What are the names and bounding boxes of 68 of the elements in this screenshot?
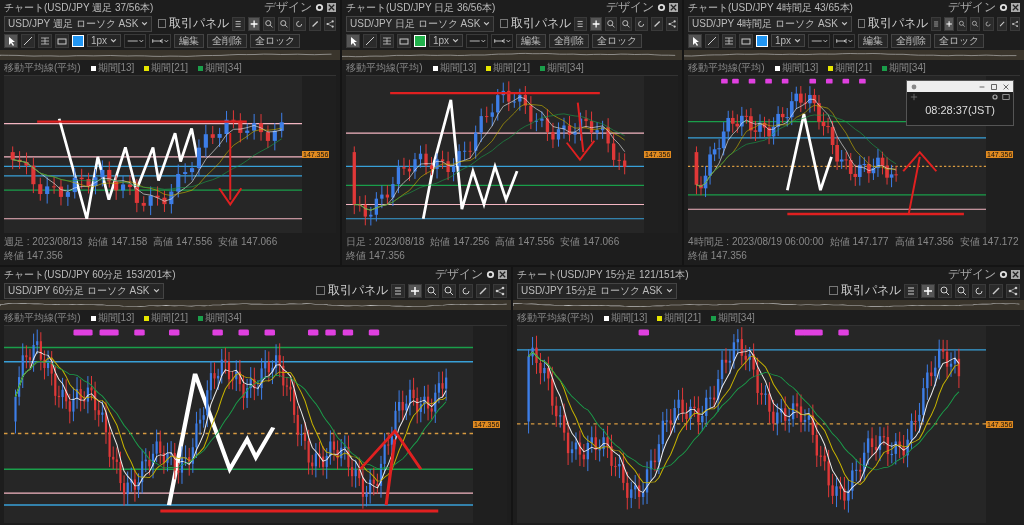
symbol-dropdown[interactable]: USD/JPY 週足 ローソク ASK bbox=[4, 15, 153, 32]
legend-label: 期間[13] bbox=[97, 311, 135, 325]
ohlc-text: 高値 147.356 bbox=[894, 235, 954, 249]
legend-label: 期間[21] bbox=[151, 61, 189, 75]
design-link[interactable]: デザイン bbox=[948, 267, 996, 283]
legend-title: 移動平均線(平均) bbox=[4, 311, 81, 325]
legend-label: 期間[13] bbox=[439, 61, 477, 75]
toolbar-button[interactable]: 全削除 bbox=[207, 33, 248, 48]
symbol-dropdown[interactable]: USD/JPY 15分足 ローソク ASK bbox=[517, 282, 677, 299]
line-width-dropdown[interactable]: 1px bbox=[87, 34, 122, 47]
ohlc-text: 安値 147.066 bbox=[218, 235, 278, 249]
toolbar-button[interactable]: 全ロック bbox=[934, 33, 985, 48]
ohlc-text: 安値 147.066 bbox=[560, 235, 620, 249]
line-width-dropdown[interactable]: 1px bbox=[771, 34, 806, 47]
legend-label: 期間[34] bbox=[205, 61, 242, 75]
window-title: チャート(USD/JPY 4時間足 43/65本) bbox=[688, 0, 853, 15]
symbol-dropdown[interactable]: USD/JPY 60分足 ローソク ASK bbox=[4, 282, 164, 299]
toolbar-button[interactable]: 全ロック bbox=[592, 33, 643, 48]
trade-panel-label: 取引パネル bbox=[328, 282, 388, 299]
toolbar-button[interactable]: 全ロック bbox=[250, 33, 301, 48]
design-link[interactable]: デザイン bbox=[264, 0, 312, 16]
toolbar-button[interactable]: 全削除 bbox=[549, 33, 590, 48]
ohlc-text: 日足 : 2023/08/18 bbox=[346, 235, 425, 249]
design-link[interactable]: デザイン bbox=[948, 0, 996, 16]
trade-panel-label: 取引パネル bbox=[169, 15, 230, 32]
legend-label: 期間[21] bbox=[835, 61, 873, 75]
window-title: チャート(USD/JPY 15分足 121/151本) bbox=[517, 267, 689, 282]
window-title: チャート(USD/JPY 60分足 153/201本) bbox=[4, 267, 176, 282]
toolbar-button[interactable]: 全削除 bbox=[891, 33, 932, 48]
toolbar-button[interactable]: 編集 bbox=[516, 33, 547, 48]
legend-title: 移動平均線(平均) bbox=[4, 61, 81, 75]
legend-label: 期間[34] bbox=[205, 311, 242, 325]
legend-title: 移動平均線(平均) bbox=[688, 61, 765, 75]
legend-label: 期間[21] bbox=[664, 311, 702, 325]
ohlc-text: 4時間足 : 2023/08/19 06:00:00 bbox=[688, 235, 824, 249]
legend-label: 期間[13] bbox=[610, 311, 648, 325]
ohlc-text: 終値 147.356 bbox=[4, 249, 63, 263]
toolbar-button[interactable]: 編集 bbox=[174, 33, 205, 48]
design-link[interactable]: デザイン bbox=[435, 267, 483, 283]
legend-label: 期間[34] bbox=[718, 311, 755, 325]
legend-label: 期間[13] bbox=[781, 61, 819, 75]
window-title: チャート(USD/JPY 週足 37/56本) bbox=[4, 0, 154, 15]
trade-panel-label: 取引パネル bbox=[511, 15, 572, 32]
trade-panel-label: 取引パネル bbox=[867, 15, 928, 32]
clock-time: 08:28:37(JST) bbox=[924, 104, 996, 116]
line-width-dropdown[interactable]: 1px bbox=[429, 34, 464, 47]
design-link[interactable]: デザイン bbox=[606, 0, 654, 16]
legend-label: 期間[13] bbox=[97, 61, 135, 75]
legend-title: 移動平均線(平均) bbox=[346, 61, 423, 75]
symbol-dropdown[interactable]: USD/JPY 4時間足 ローソク ASK bbox=[688, 15, 852, 32]
legend-label: 期間[34] bbox=[547, 61, 584, 75]
toolbar-button[interactable]: 編集 bbox=[858, 33, 889, 48]
ohlc-text: 安値 147.172 bbox=[959, 235, 1019, 249]
trade-panel-label: 取引パネル bbox=[841, 282, 901, 299]
ohlc-text: 始値 147.177 bbox=[829, 235, 889, 249]
legend-label: 期間[21] bbox=[151, 311, 189, 325]
ohlc-text: 終値 147.356 bbox=[346, 249, 405, 263]
ohlc-text: 終値 147.356 bbox=[688, 249, 747, 263]
legend-title: 移動平均線(平均) bbox=[517, 311, 594, 325]
ohlc-text: 週足 : 2023/08/13 bbox=[4, 235, 83, 249]
ohlc-text: 始値 147.158 bbox=[88, 235, 148, 249]
symbol-dropdown[interactable]: USD/JPY 日足 ローソク ASK bbox=[346, 15, 495, 32]
window-title: チャート(USD/JPY 日足 36/56本) bbox=[346, 0, 496, 15]
ohlc-text: 高値 147.556 bbox=[153, 235, 213, 249]
legend-label: 期間[34] bbox=[889, 61, 926, 75]
ohlc-text: 始値 147.256 bbox=[430, 235, 490, 249]
legend-label: 期間[21] bbox=[493, 61, 531, 75]
ohlc-text: 高値 147.556 bbox=[495, 235, 555, 249]
